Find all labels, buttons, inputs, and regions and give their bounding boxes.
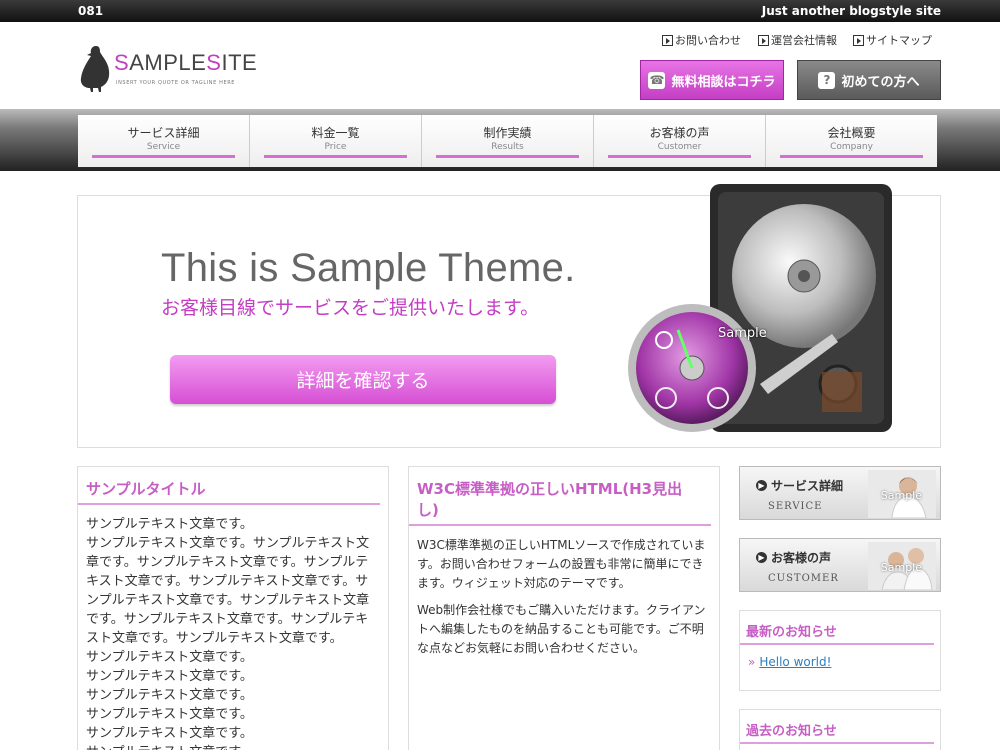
sidebar-past-news: 過去のお知らせ (739, 709, 941, 750)
nav-item-sublabel: Price (324, 142, 347, 152)
banner-title-text: サービス詳細 (771, 479, 844, 493)
play-icon (853, 34, 864, 46)
logo-text-ample: AMPLE (129, 50, 207, 75)
nav-underline (608, 155, 751, 158)
hard-drive-stopwatch-illustration (628, 184, 892, 432)
nav-item-label: サービス詳細 (127, 126, 200, 140)
bird-logo-icon (80, 46, 110, 92)
sidebar-latest-news: 最新のお知らせ Hello world! (739, 610, 941, 691)
nav-item-company[interactable]: 会社概要 Company (766, 115, 937, 167)
util-link-sitemap-label: サイトマップ (866, 34, 932, 47)
question-icon: ? (818, 71, 836, 89)
site-logo[interactable]: SAMPLESITE INSERT YOUR QUOTE OR TAGLINE … (78, 44, 258, 94)
nav-item-results[interactable]: 制作実績 Results (422, 115, 594, 167)
sidebar-box-title: 過去のお知らせ (740, 710, 934, 744)
play-icon (662, 34, 673, 46)
nav-item-sublabel: Service (146, 142, 181, 152)
util-link-company-info[interactable]: 運営会社情報 (758, 32, 837, 48)
news-link[interactable]: Hello world! (740, 655, 940, 669)
banner-title: ▶ サービス詳細 (756, 477, 843, 494)
banner-watermark: Sample (880, 489, 922, 502)
nav-underline (780, 155, 923, 158)
nav-item-sublabel: Company (830, 142, 873, 152)
nav-item-label: お客様の声 (649, 126, 710, 140)
free-consultation-label: 無料相談はコチラ (671, 74, 776, 90)
nav-item-label: 料金一覧 (311, 126, 360, 140)
first-time-button[interactable]: ? 初めての方へ (797, 60, 941, 100)
column-body-text: サンプルテキスト文章です。 サンプルテキスト文章です。サンプルテキスト文章です。… (86, 517, 370, 750)
nav-underline (436, 155, 579, 158)
sidebar-banner-customer[interactable]: ▶ お客様の声 CUSTOMER Sample (739, 538, 941, 592)
nav-item-customer[interactable]: お客様の声 Customer (594, 115, 766, 167)
nav-item-sublabel: Results (491, 142, 524, 152)
util-link-sitemap[interactable]: サイトマップ (853, 32, 932, 48)
nav-item-label: 会社概要 (827, 126, 876, 140)
global-nav: サービス詳細 Service 料金一覧 Price 制作実績 Results お… (78, 115, 937, 167)
logo-tagline: INSERT YOUR QUOTE OR TAGLINE HERE (116, 80, 236, 86)
hero-title: This is Sample Theme. (161, 246, 576, 290)
hero-subtitle: お客様目線でサービスをご提供いたします。 (161, 297, 540, 319)
paragraph: W3C標準準拠の正しいHTMLソースで作成されています。お問い合わせフォームの設… (417, 538, 706, 590)
banner-subtitle: CUSTOMER (768, 573, 839, 584)
site-description: Just another blogstyle site (761, 4, 941, 18)
play-icon (758, 34, 769, 46)
sidebar-box-title: 最新のお知らせ (740, 611, 934, 645)
top-bar: 081 Just another blogstyle site (0, 0, 1000, 22)
column-title: サンプルタイトル (78, 467, 380, 505)
nav-item-sublabel: Customer (657, 142, 702, 152)
free-consultation-button[interactable]: ☎ 無料相談はコチラ (640, 60, 784, 100)
util-link-contact-label: お問い合わせ (675, 34, 741, 47)
arrow-right-icon: ▶ (756, 552, 767, 563)
banner-title-text: お客様の声 (771, 551, 832, 565)
column-body: W3C標準準拠の正しいHTMLソースで作成されています。お問い合わせフォームの設… (409, 536, 719, 658)
sidebar-banner-service[interactable]: ▶ サービス詳細 SERVICE Sample (739, 466, 941, 520)
util-link-company-info-label: 運営会社情報 (771, 34, 837, 47)
banner-watermark: Sample (880, 561, 922, 574)
nav-underline (264, 155, 407, 158)
phone-icon: ☎ (648, 71, 666, 89)
hero-details-button[interactable]: 詳細を確認する (170, 355, 556, 404)
content-column-w3c: W3C標準準拠の正しいHTML(H3見出し) W3C標準準拠の正しいHTMLソー… (408, 466, 720, 750)
arrow-right-icon: ▶ (756, 480, 767, 491)
top-bar-left-text: 081 (78, 4, 104, 18)
util-link-contact[interactable]: お問い合わせ (662, 32, 741, 48)
banner-subtitle: SERVICE (768, 501, 823, 512)
content-column-sample: サンプルタイトル サンプルテキスト文章です。 サンプルテキスト文章です。サンプル… (77, 466, 389, 750)
nav-item-price[interactable]: 料金一覧 Price (250, 115, 422, 167)
nav-item-service[interactable]: サービス詳細 Service (78, 115, 250, 167)
logo-letter-s: S (114, 50, 130, 75)
column-title: W3C標準準拠の正しいHTML(H3見出し) (409, 467, 711, 526)
hero-banner: This is Sample Theme. お客様目線でサービスをご提供いたしま… (77, 184, 941, 448)
nav-item-label: 制作実績 (483, 126, 532, 140)
hero-watermark: Sample (718, 326, 767, 341)
logo-text-ite: ITE (221, 50, 258, 75)
logo-letter-s2: S (206, 50, 222, 75)
logo-wordmark: SAMPLESITE (114, 50, 257, 76)
nav-underline (92, 155, 235, 158)
banner-title: ▶ お客様の声 (756, 549, 831, 566)
paragraph: Web制作会社様でもご購入いただけます。クライアントへ編集したものを納品すること… (417, 603, 706, 655)
first-time-label: 初めての方へ (841, 74, 920, 90)
